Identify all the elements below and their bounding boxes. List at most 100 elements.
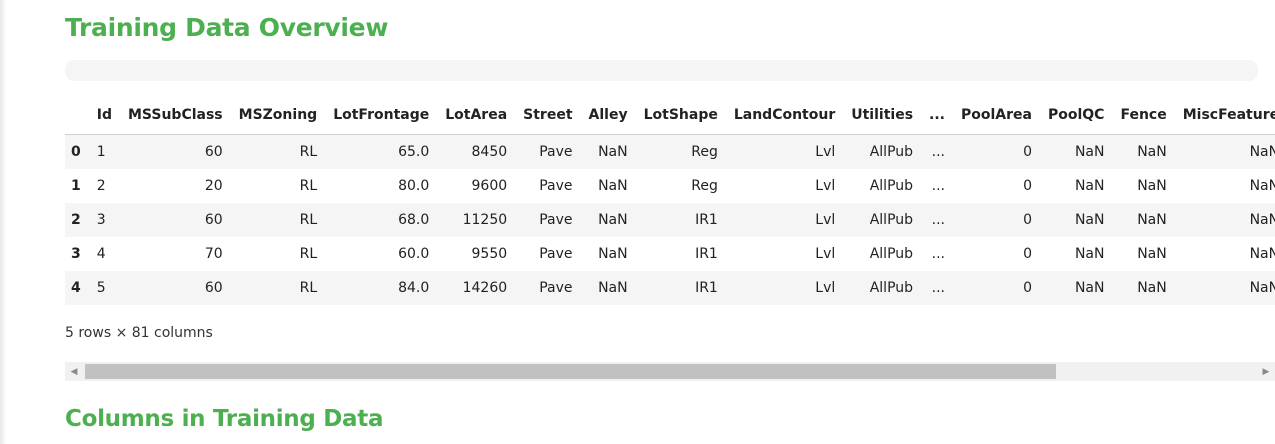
table-cell: NaN	[598, 178, 628, 194]
table-cell: ...	[931, 178, 945, 194]
horizontal-scrollbar[interactable]: ◀ ▶	[65, 362, 1275, 381]
column-header: LandContour	[725, 96, 844, 135]
column-header: PoolArea	[953, 96, 1040, 135]
table-cell: NaN	[1137, 212, 1167, 228]
row-index: 2	[71, 212, 81, 228]
dataframe-viewport[interactable]: Id MSSubClass MSZoning LotFrontage LotArea St…	[65, 96, 1275, 310]
column-header: Street	[515, 96, 581, 135]
table-cell: RL	[299, 246, 318, 262]
table-cell: 65.0	[398, 144, 430, 160]
column-header: MSSubClass	[119, 96, 231, 135]
table-cell: 1	[96, 144, 106, 160]
table-cell: IR1	[695, 246, 718, 262]
table-cell: Reg	[691, 178, 718, 194]
row-index: 1	[71, 178, 81, 194]
table-cell: AllPub	[869, 178, 914, 194]
table-cell: 2	[96, 178, 106, 194]
table-row: 0 1 60 RL 65.0 8450 Pave NaN Reg Lvl AllPub... 0 NaN…	[65, 134, 1275, 169]
table-cell: NaN	[598, 212, 628, 228]
table-cell: Pave	[539, 178, 573, 194]
dataframe-table: Id MSSubClass MSZoning LotFrontage LotArea St…	[65, 96, 1275, 305]
table-cell: NaN	[1137, 246, 1167, 262]
scrollbar-track[interactable]	[85, 364, 1255, 379]
table-cell: NaN	[1249, 246, 1275, 262]
table-cell: NaN	[1249, 144, 1275, 160]
table-cell: NaN	[1074, 246, 1105, 262]
column-header: MiscFeature	[1174, 96, 1275, 135]
table-cell: 9600	[471, 178, 508, 194]
table-cell: Lvl	[815, 246, 836, 262]
table-cell: NaN	[1137, 144, 1167, 160]
table-cell: NaN	[1074, 212, 1105, 228]
table-cell: ...	[931, 246, 945, 262]
index-column-header	[65, 96, 89, 135]
column-header: Fence	[1112, 96, 1175, 135]
table-cell: Reg	[691, 144, 718, 160]
table-cell: 14260	[462, 280, 508, 296]
table-cell: Pave	[539, 212, 573, 228]
dataframe-body: 0 1 60 RL 65.0 8450 Pave NaN Reg Lvl AllPub... 0 NaN…	[65, 134, 1275, 305]
column-header: Alley	[580, 96, 636, 135]
table-cell: 0	[1023, 280, 1032, 296]
column-header: LotFrontage	[325, 96, 438, 135]
column-header: Id	[88, 96, 120, 135]
dataframe-header: Id MSSubClass MSZoning LotFrontage LotArea St…	[65, 96, 1275, 135]
table-cell: 11250	[462, 212, 508, 228]
scroll-right-arrow-icon[interactable]: ▶	[1257, 362, 1275, 381]
table-cell: Lvl	[815, 144, 836, 160]
table-cell: 8450	[471, 144, 508, 160]
table-cell: 60	[204, 280, 223, 296]
table-cell: 5	[96, 280, 106, 296]
table-cell: NaN	[598, 144, 628, 160]
table-cell: NaN	[1137, 280, 1167, 296]
table-cell: AllPub	[869, 246, 914, 262]
table-cell: NaN	[1074, 178, 1105, 194]
table-cell: 3	[96, 212, 106, 228]
table-cell: 0	[1023, 178, 1032, 194]
scroll-left-arrow-icon[interactable]: ◀	[65, 362, 83, 381]
table-cell: 9550	[471, 246, 508, 262]
header-row: Id MSSubClass MSZoning LotFrontage LotArea St…	[65, 96, 1275, 135]
table-cell: ...	[931, 280, 945, 296]
table-cell: ...	[931, 144, 945, 160]
table-cell: NaN	[1249, 212, 1275, 228]
table-cell: 4	[96, 246, 106, 262]
dataframe-shape-text: 5 rows × 81 columns	[65, 325, 213, 341]
table-cell: 60	[204, 212, 223, 228]
table-cell: NaN	[1249, 280, 1275, 296]
column-header: PoolQC	[1039, 96, 1113, 135]
column-header: Utilities	[843, 96, 922, 135]
table-cell: NaN	[1074, 144, 1105, 160]
table-cell: IR1	[695, 212, 718, 228]
table-cell: 0	[1023, 144, 1032, 160]
table-cell: RL	[299, 144, 318, 160]
table-cell: NaN	[1249, 178, 1275, 194]
empty-code-output-bar	[65, 60, 1258, 81]
column-header: LotArea	[437, 96, 516, 135]
table-cell: ...	[931, 212, 945, 228]
table-cell: RL	[299, 178, 318, 194]
table-cell: NaN	[1074, 280, 1105, 296]
section-heading-columns-in-training-data: Columns in Training Data	[65, 406, 384, 432]
table-cell: Lvl	[815, 178, 836, 194]
table-cell: Pave	[539, 280, 573, 296]
row-index: 0	[71, 144, 81, 160]
table-cell: AllPub	[869, 212, 914, 228]
table-cell: 60.0	[398, 246, 430, 262]
table-cell: RL	[299, 280, 318, 296]
section-heading-training-data-overview: Training Data Overview	[65, 13, 389, 42]
table-row: 3 4 70 RL 60.0 9550 Pave NaN IR1 Lvl AllPub... 0 NaN…	[65, 237, 1275, 271]
table-cell: 0	[1023, 246, 1032, 262]
table-cell: IR1	[695, 280, 718, 296]
column-header: MSZoning	[230, 96, 326, 135]
table-cell: Pave	[539, 144, 573, 160]
table-cell: AllPub	[869, 144, 914, 160]
row-index: 3	[71, 246, 81, 262]
table-cell: 80.0	[398, 178, 430, 194]
table-cell: 20	[204, 178, 223, 194]
table-cell: 68.0	[398, 212, 430, 228]
scrollbar-thumb[interactable]	[85, 364, 1056, 379]
table-cell: AllPub	[869, 280, 914, 296]
notebook-output: Training Data Overview Id MSSubClass MSZon…	[0, 0, 1275, 444]
column-header: ...	[921, 96, 953, 135]
